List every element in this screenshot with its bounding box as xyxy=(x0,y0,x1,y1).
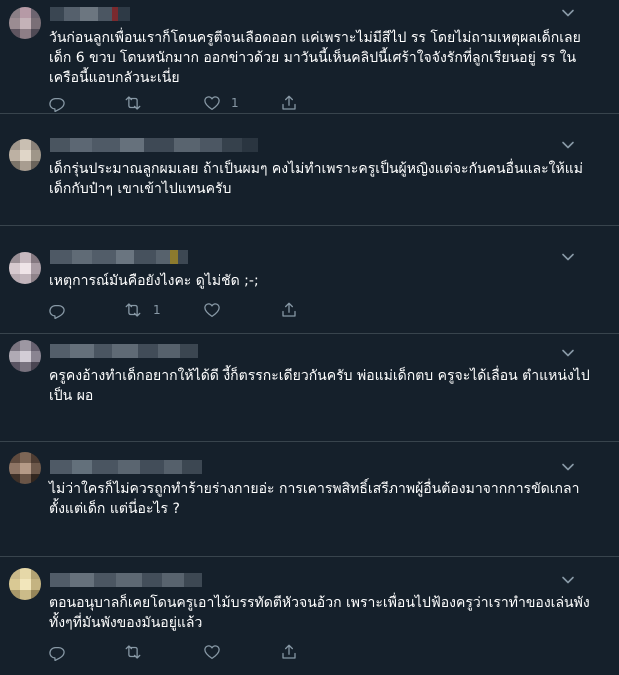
share-button[interactable] xyxy=(280,300,298,320)
like-button[interactable] xyxy=(203,300,231,320)
retweet-icon xyxy=(123,94,143,112)
reply-card[interactable]: ครูคงอ้างทำเด็กอยากให้ได้ดี งี้ก็ตรรกะเด… xyxy=(0,334,619,442)
reply-card[interactable]: วันก่อนลูกเพื่อนเราก็โดนครูตีจนเลือดออก … xyxy=(0,0,619,114)
reply-card[interactable]: ตอนอนุบาลก็เคยโดนครูเอาไม้บรรทัดตีหัวจนอ… xyxy=(0,557,619,675)
retweet-button[interactable] xyxy=(123,642,153,662)
avatar[interactable] xyxy=(9,568,41,600)
reply-card[interactable]: เด็กรุ่นประมาณลูกผมเลย ถ้าเป็นผมๆ คงไม่ท… xyxy=(0,114,619,226)
retweet-button[interactable] xyxy=(123,93,153,113)
avatar[interactable] xyxy=(9,452,41,484)
chevron-down-icon[interactable] xyxy=(559,248,577,266)
chevron-down-icon[interactable] xyxy=(559,571,577,589)
reply-card[interactable]: เหตุการณ์มันคือยังไงคะ ดูไม่ชัด ;-; 1 xyxy=(0,226,619,334)
like-count: 1 xyxy=(231,96,239,110)
reply-card[interactable]: ไม่ว่าใครก็ไม่ควรถูกทำร้ายร่างกายอ่ะ การ… xyxy=(0,442,619,557)
reply-text: ไม่ว่าใครก็ไม่ควรถูกทำร้ายร่างกายอ่ะ การ… xyxy=(49,481,580,517)
retweet-count: 1 xyxy=(153,303,161,317)
retweet-button[interactable]: 1 xyxy=(123,300,161,320)
reply-button[interactable] xyxy=(48,642,76,662)
avatar[interactable] xyxy=(9,340,41,372)
share-button[interactable] xyxy=(280,93,298,113)
retweet-icon xyxy=(123,643,143,661)
like-icon xyxy=(203,94,221,112)
avatar[interactable] xyxy=(9,139,41,171)
username-blurred[interactable] xyxy=(50,250,188,264)
reply-text: ครูคงอ้างทำเด็กอยากให้ได้ดี งี้ก็ตรรกะเด… xyxy=(49,368,590,404)
share-icon xyxy=(280,643,298,661)
reply-icon xyxy=(48,301,66,319)
retweet-icon xyxy=(123,301,143,319)
chevron-down-icon[interactable] xyxy=(559,136,577,154)
username-blurred[interactable] xyxy=(50,460,202,474)
reply-icon xyxy=(48,643,66,661)
avatar[interactable] xyxy=(9,7,41,39)
share-icon xyxy=(280,301,298,319)
like-button[interactable]: 1 xyxy=(203,93,239,113)
username-blurred[interactable] xyxy=(50,573,202,587)
username-blurred[interactable] xyxy=(50,138,258,152)
share-icon xyxy=(280,94,298,112)
reply-icon xyxy=(48,94,66,112)
reply-text: เหตุการณ์มันคือยังไงคะ ดูไม่ชัด ;-; xyxy=(49,273,259,289)
chevron-down-icon[interactable] xyxy=(559,458,577,476)
avatar[interactable] xyxy=(9,252,41,284)
reply-text: วันก่อนลูกเพื่อนเราก็โดนครูตีจนเลือดออก … xyxy=(49,30,581,86)
reply-text: เด็กรุ่นประมาณลูกผมเลย ถ้าเป็นผมๆ คงไม่ท… xyxy=(49,161,583,197)
username-blurred[interactable] xyxy=(50,344,198,358)
reply-text: ตอนอนุบาลก็เคยโดนครูเอาไม้บรรทัดตีหัวจนอ… xyxy=(49,595,590,631)
like-button[interactable] xyxy=(203,642,231,662)
chevron-down-icon[interactable] xyxy=(559,344,577,362)
reply-button[interactable] xyxy=(48,300,76,320)
chevron-down-icon[interactable] xyxy=(559,4,577,22)
share-button[interactable] xyxy=(280,642,298,662)
username-blurred[interactable] xyxy=(50,7,130,21)
like-icon xyxy=(203,301,221,319)
like-icon xyxy=(203,643,221,661)
reply-button[interactable] xyxy=(48,93,76,113)
